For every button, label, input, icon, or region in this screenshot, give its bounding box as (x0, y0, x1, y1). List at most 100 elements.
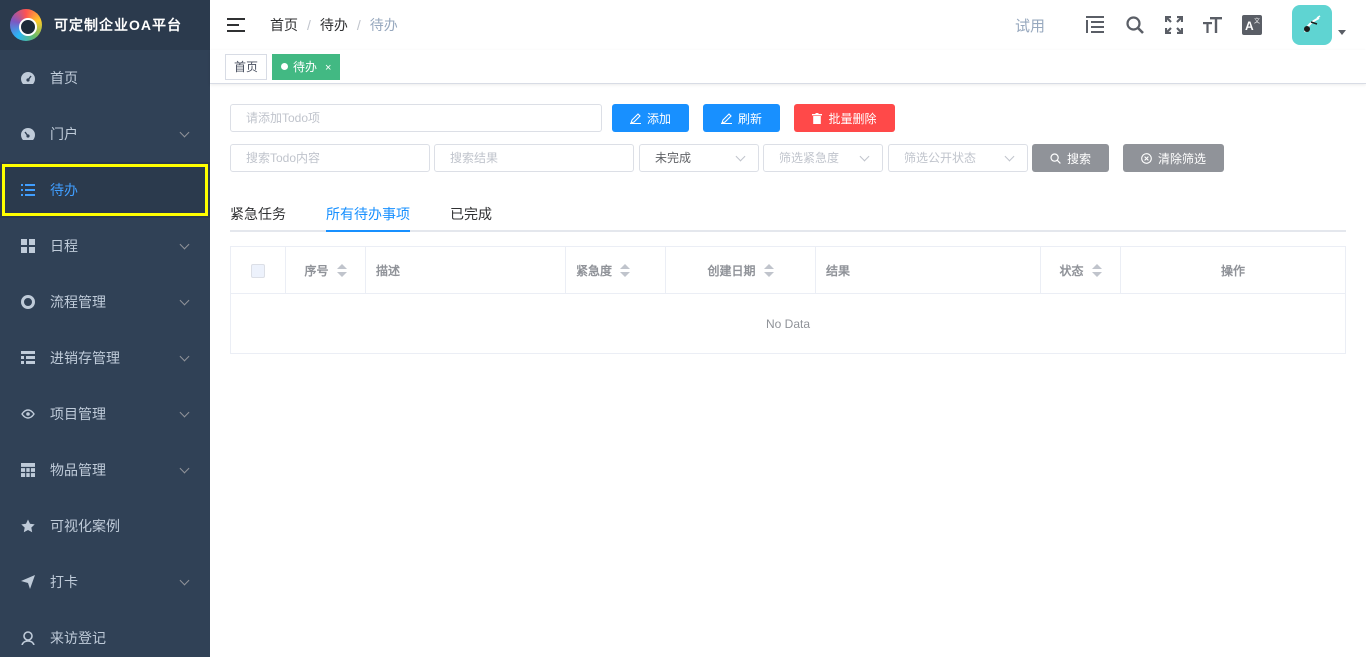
clear-filter-button[interactable]: 清除筛选 (1123, 144, 1224, 172)
column-header-created-date[interactable]: 创建日期 (666, 247, 816, 294)
svg-text:文: 文 (1254, 17, 1260, 25)
hamburger-icon[interactable] (227, 17, 245, 33)
sidebar-item-inventory[interactable]: 进销存管理 (0, 330, 210, 386)
sidebar-item-label: 打卡 (50, 574, 78, 590)
trial-link[interactable]: 试用 (1015, 15, 1045, 36)
column-label: 紧急度 (576, 264, 613, 278)
tab-completed[interactable]: 已完成 (450, 204, 492, 232)
chevron-down-icon (859, 151, 870, 162)
logo-area[interactable]: 可定制企业OA平台 (0, 0, 210, 50)
sidebar-item-portal[interactable]: 门户 (0, 106, 210, 162)
fullscreen-icon[interactable] (1163, 14, 1185, 36)
column-label: 操作 (1220, 264, 1245, 278)
main-content: 添加 刷新 批量删除 未完成 筛选紧急度 筛选公开状态 搜索 清除筛选 紧急任务… (210, 84, 1366, 657)
breadcrumb-separator: / (307, 17, 311, 33)
sidebar-item-label: 可视化案例 (50, 518, 120, 534)
navbar: 首页 / 待办 / 待办 试用 A文 (210, 0, 1366, 50)
translate-icon[interactable]: A文 (1241, 14, 1263, 36)
sort-icon[interactable] (763, 263, 774, 278)
search-button[interactable]: 搜索 (1032, 144, 1109, 172)
tag-todo[interactable]: 待办 × (272, 54, 341, 80)
search-label: 搜索 (1066, 151, 1091, 166)
menu-search-icon[interactable] (1085, 14, 1107, 36)
add-todo-input[interactable] (230, 104, 602, 132)
public-status-select[interactable]: 筛选公开状态 (888, 144, 1028, 172)
sidebar-item-home[interactable]: 首页 (0, 50, 210, 106)
sidebar-item-workflow[interactable]: 流程管理 (0, 274, 210, 330)
edit-icon (629, 112, 641, 124)
search-icon[interactable] (1124, 14, 1146, 36)
chevron-down-icon (179, 239, 190, 250)
column-header-result: 结果 (816, 247, 1041, 294)
add-button[interactable]: 添加 (612, 104, 689, 132)
sidebar-item-visitor[interactable]: 来访登记 (0, 610, 210, 657)
chevron-down-icon (179, 127, 190, 138)
column-label: 创建日期 (707, 264, 756, 278)
sidebar-item-label: 待办 (50, 182, 78, 198)
caret-down-icon[interactable] (1338, 29, 1346, 35)
todo-table: 序号 描述 紧急度 创建日期 结果 状态 操作 No Data (230, 246, 1346, 354)
close-icon[interactable]: × (325, 62, 331, 74)
search-result-input[interactable] (434, 144, 634, 172)
column-label: 结果 (826, 264, 851, 278)
urgency-select[interactable]: 筛选紧急度 (763, 144, 883, 172)
tags-view: 首页 待办 × (210, 50, 1366, 84)
sidebar: 可定制企业OA平台 首页 门户 待办 日程 流程管理 进销存管理 项目管理 物品… (0, 0, 210, 657)
todo-tabs: 紧急任务 所有待办事项 已完成 (230, 194, 1346, 232)
active-dot (281, 63, 288, 71)
breadcrumb-home[interactable]: 首页 (270, 15, 298, 35)
tab-urgent[interactable]: 紧急任务 (230, 204, 286, 232)
font-size-icon[interactable] (1202, 14, 1224, 36)
sidebar-item-schedule[interactable]: 日程 (0, 218, 210, 274)
table-icon (20, 462, 36, 478)
status-select[interactable]: 未完成 (639, 144, 759, 172)
tag-label: 待办 (293, 60, 318, 74)
logo-icon (10, 9, 42, 41)
breadcrumb-todo[interactable]: 待办 (320, 15, 348, 35)
eye-icon (20, 406, 36, 422)
chevron-down-icon (1004, 151, 1015, 162)
list-icon (20, 182, 36, 198)
sidebar-item-visualization[interactable]: 可视化案例 (0, 498, 210, 554)
table-header: 序号 描述 紧急度 创建日期 结果 状态 操作 (231, 247, 1345, 294)
tree-table-icon (20, 350, 36, 366)
breadcrumb-current: 待办 (369, 17, 398, 33)
column-header-actions: 操作 (1121, 247, 1345, 294)
lifebuoy-icon (20, 294, 36, 310)
column-label: 序号 (304, 264, 329, 278)
column-header-urgency[interactable]: 紧急度 (566, 247, 666, 294)
sidebar-item-label: 门户 (50, 126, 78, 142)
grid-icon (20, 238, 36, 254)
tag-home[interactable]: 首页 (225, 54, 268, 80)
active-tab-indicator (326, 230, 410, 232)
column-label: 状态 (1059, 264, 1084, 278)
refresh-button[interactable]: 刷新 (703, 104, 780, 132)
sort-icon[interactable] (1091, 263, 1102, 278)
search-icon (1050, 152, 1061, 164)
sidebar-item-checkin[interactable]: 打卡 (0, 554, 210, 610)
refresh-label: 刷新 (737, 111, 762, 126)
sidebar-item-label: 来访登记 (50, 630, 106, 646)
column-label: 描述 (376, 264, 401, 278)
chevron-down-icon (179, 407, 190, 418)
column-header-index[interactable]: 序号 (286, 247, 366, 294)
select-all-checkbox[interactable] (251, 263, 265, 278)
search-content-input[interactable] (230, 144, 430, 172)
sidebar-item-goods[interactable]: 物品管理 (0, 442, 210, 498)
navbar-right: 试用 A文 (1015, 0, 1366, 50)
add-label: 添加 (646, 111, 671, 126)
empty-text: No Data (765, 317, 811, 331)
chevron-down-icon (179, 295, 190, 306)
public-select-placeholder: 筛选公开状态 (904, 151, 977, 165)
tab-all-todos[interactable]: 所有待办事项 (326, 204, 410, 232)
sort-icon[interactable] (620, 263, 631, 278)
avatar[interactable] (1292, 5, 1332, 45)
trash-icon (812, 112, 823, 124)
batch-delete-button[interactable]: 批量删除 (794, 104, 895, 132)
app-title: 可定制企业OA平台 (54, 17, 182, 33)
column-header-status[interactable]: 状态 (1041, 247, 1121, 294)
sort-icon[interactable] (336, 263, 347, 278)
sidebar-item-projects[interactable]: 项目管理 (0, 386, 210, 442)
svg-text:A: A (1245, 19, 1254, 33)
sidebar-item-todo[interactable]: 待办 (0, 162, 210, 218)
